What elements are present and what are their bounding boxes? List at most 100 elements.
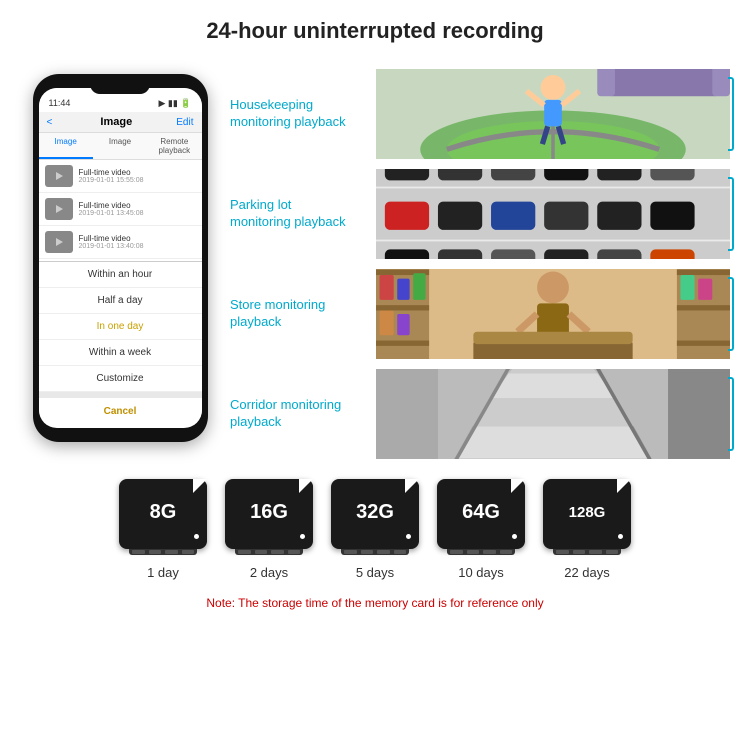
dropdown-item-in-one-day[interactable]: In one day — [39, 314, 202, 340]
phone-tabs: Image Image Remote playback — [39, 133, 202, 160]
phone-mockup: 11:44 ▶ ▮▮ 🔋 < Image Edit Image Image Re… — [20, 74, 220, 442]
monitor-label-parking: Parking lotmonitoring playback — [230, 169, 370, 259]
phone-nav-edit[interactable]: Edit — [176, 117, 193, 128]
storage-card-8g: 8G 1 day — [119, 479, 207, 580]
sd-stripe — [288, 550, 301, 554]
monitor-row-parking: Parking lotmonitoring playback — [230, 169, 730, 259]
sd-stripe — [394, 550, 407, 554]
tab-image2[interactable]: Image — [93, 133, 147, 159]
sd-label-16g: 16G — [250, 501, 288, 524]
phone-notch — [90, 82, 150, 94]
storage-card-64g: 64G 10 days — [437, 479, 525, 580]
video-thumb — [45, 165, 73, 187]
sd-stripe — [238, 550, 251, 554]
sd-stripe — [271, 550, 284, 554]
sd-label-32g: 32G — [356, 501, 394, 524]
main-section: 11:44 ▶ ▮▮ 🔋 < Image Edit Image Image Re… — [0, 54, 750, 459]
dropdown-item-customize[interactable]: Customize — [39, 366, 202, 392]
storage-card-128g: 128G 22 days — [543, 479, 631, 580]
sd-card-128g: 128G — [543, 479, 631, 549]
phone-time: 11:44 — [49, 98, 71, 109]
storage-days-16g: 2 days — [250, 565, 288, 580]
sd-stripe — [606, 550, 619, 554]
video-thumb — [45, 198, 73, 220]
sd-dot — [194, 534, 199, 539]
video-title: Full-time video — [79, 168, 144, 177]
sd-stripe — [182, 550, 195, 554]
monitor-image-store — [376, 269, 730, 359]
monitor-label-text: Corridor monitoringplayback — [230, 397, 341, 431]
tab-remote-playback[interactable]: Remote playback — [147, 133, 201, 159]
phone-nav-back[interactable]: < — [47, 117, 53, 128]
storage-days-32g: 5 days — [356, 565, 394, 580]
sd-card-32g: 32G — [331, 479, 419, 549]
list-item: Full-time video 2019-01-01 15:55:08 — [39, 160, 202, 193]
phone-body: 11:44 ▶ ▮▮ 🔋 < Image Edit Image Image Re… — [33, 74, 208, 442]
monitor-label-store: Store monitoringplayback — [230, 269, 370, 359]
sd-stripe — [573, 550, 586, 554]
storage-days-8g: 1 day — [147, 565, 179, 580]
sd-stripe — [165, 550, 178, 554]
monitor-row-housekeeping: Housekeepingmonitoring playback — [230, 69, 730, 159]
sd-stripe — [450, 550, 463, 554]
sd-card-16g: 16G — [225, 479, 313, 549]
sd-notch — [447, 549, 515, 555]
sd-stripe — [589, 550, 602, 554]
phone-nav-title: Image — [56, 116, 176, 128]
monitor-label-text: Store monitoringplayback — [230, 297, 325, 331]
phone-dropdown: Within an hour Half a day In one day Wit… — [39, 261, 202, 392]
sd-dot — [406, 534, 411, 539]
storage-cards: 8G 1 day 16G 2 — [119, 479, 631, 580]
sd-stripe — [149, 550, 162, 554]
monitor-image-corridor — [376, 369, 730, 459]
video-title: Full-time video — [79, 201, 144, 210]
monitor-label-text: Parking lotmonitoring playback — [230, 197, 346, 231]
video-date: 2019-01-01 13:45:08 — [79, 210, 144, 217]
sd-notch — [553, 549, 621, 555]
sd-stripe — [344, 550, 357, 554]
monitor-label-housekeeping: Housekeepingmonitoring playback — [230, 69, 370, 159]
list-item: Full-time video 2019-01-01 13:45:08 — [39, 193, 202, 226]
sd-stripe — [255, 550, 268, 554]
sd-label-128g: 128G — [569, 504, 606, 521]
monitoring-section: Housekeepingmonitoring playback — [230, 64, 730, 459]
sd-dot — [512, 534, 517, 539]
sd-stripe — [467, 550, 480, 554]
sd-card-64g: 64G — [437, 479, 525, 549]
video-date: 2019-01-01 15:55:08 — [79, 177, 144, 184]
monitor-image-parking — [376, 169, 730, 259]
storage-card-16g: 16G 2 days — [225, 479, 313, 580]
storage-note: Note: The storage time of the memory car… — [206, 596, 543, 610]
sd-stripe — [500, 550, 513, 554]
monitor-row-store: Store monitoringplayback — [230, 269, 730, 359]
dropdown-item-within-week[interactable]: Within a week — [39, 340, 202, 366]
storage-days-64g: 10 days — [458, 565, 504, 580]
dropdown-item-within-hour[interactable]: Within an hour — [39, 262, 202, 288]
phone-nav: < Image Edit — [39, 112, 202, 133]
monitor-image-housekeeping — [376, 69, 730, 159]
tab-image[interactable]: Image — [39, 133, 93, 159]
phone-screen: 11:44 ▶ ▮▮ 🔋 < Image Edit Image Image Re… — [39, 88, 202, 428]
list-item: Full-time video 2019-01-01 13:40:08 — [39, 226, 202, 259]
sd-stripe — [556, 550, 569, 554]
sd-label-8g: 8G — [150, 501, 177, 524]
video-date: 2019-01-01 13:40:08 — [79, 243, 144, 250]
sd-notch — [341, 549, 409, 555]
storage-section: 8G 1 day 16G 2 — [0, 459, 750, 620]
storage-card-32g: 32G 5 days — [331, 479, 419, 580]
sd-stripe — [483, 550, 496, 554]
sd-dot — [300, 534, 305, 539]
sd-stripe — [361, 550, 374, 554]
video-title: Full-time video — [79, 234, 144, 243]
sd-stripe — [132, 550, 145, 554]
sd-label-64g: 64G — [462, 501, 500, 524]
video-thumb — [45, 231, 73, 253]
monitor-label-corridor: Corridor monitoringplayback — [230, 369, 370, 459]
storage-days-128g: 22 days — [564, 565, 610, 580]
sd-dot — [618, 534, 623, 539]
dropdown-item-half-day[interactable]: Half a day — [39, 288, 202, 314]
monitor-row-corridor: Corridor monitoringplayback — [230, 369, 730, 459]
monitor-label-text: Housekeepingmonitoring playback — [230, 97, 346, 131]
sd-stripe — [377, 550, 390, 554]
phone-cancel-button[interactable]: Cancel — [39, 392, 202, 425]
